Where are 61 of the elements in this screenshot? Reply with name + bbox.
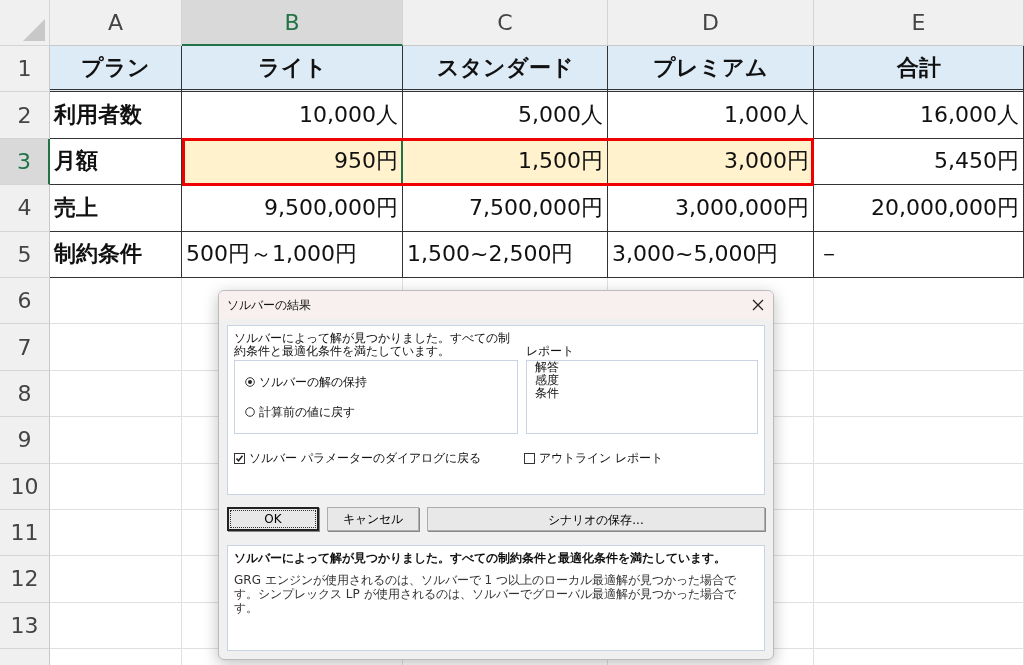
table-cell: 売上 — [50, 185, 182, 232]
report-item[interactable]: 解答 — [535, 361, 749, 374]
column-header[interactable]: A — [50, 0, 182, 46]
table-cell: 1,500~2,500円 — [403, 231, 608, 278]
column-header[interactable]: E — [814, 0, 1024, 46]
table-cell: 20,000,000円 — [814, 185, 1024, 232]
row-header[interactable]: 3 — [0, 138, 50, 186]
checkbox-option[interactable]: ソルバー パラメーターのダイアログに戻る — [234, 450, 524, 467]
radio-option[interactable]: 計算前の値に戻す — [245, 403, 507, 421]
row-header[interactable]: 5 — [0, 231, 50, 278]
table-cell: プレミアム — [608, 46, 814, 93]
dialog-title: ソルバーの結果 — [227, 296, 311, 314]
report-item[interactable]: 条件 — [535, 387, 749, 400]
report-list[interactable]: 解答 感度 条件 — [526, 360, 758, 434]
summary-text: GRG エンジンが使用されるのは、ソルバーで 1 つ以上のローカル最適解が見つかった場合です。シンプレックス LP が使用されるのは、ソルバーでグローバル最適解が見つかった場合です。 — [234, 573, 737, 615]
table-cell: 5,450円 — [814, 138, 1024, 186]
row-header[interactable]: 7 — [0, 324, 50, 371]
radio-icon[interactable] — [245, 407, 255, 417]
report-item[interactable]: 感度 — [535, 374, 749, 387]
table-cell: 合計 — [814, 46, 1024, 93]
table-cell: 利用者数 — [50, 92, 182, 139]
result-message: ソルバーによって解が見つかりました。すべての制約条件と最適化条件を満たしています。 — [234, 332, 511, 360]
row-header[interactable]: 11 — [0, 509, 50, 557]
report-label: レポート — [526, 343, 575, 360]
close-icon[interactable] — [751, 298, 765, 312]
table-cell: 7,500,000円 — [403, 185, 608, 232]
column-header[interactable]: B — [182, 0, 403, 46]
row-header[interactable]: 2 — [0, 92, 50, 139]
checkbox-option[interactable]: アウトライン レポート — [524, 450, 663, 467]
table-cell: スタンダード — [403, 46, 608, 93]
table-cell: － — [814, 231, 1024, 278]
table-cell: 3,000,000円 — [608, 185, 814, 232]
table-cell: 月額 — [50, 138, 182, 186]
row-header[interactable]: 6 — [0, 277, 50, 325]
table-cell: プラン — [50, 46, 182, 93]
table-cell: 10,000人 — [182, 92, 403, 139]
column-header[interactable]: D — [608, 0, 814, 46]
table-cell: ライト — [182, 46, 403, 93]
table-cell: 5,000人 — [403, 92, 608, 139]
row-header[interactable]: 12 — [0, 556, 50, 603]
row-header[interactable]: 4 — [0, 185, 50, 232]
summary-title: ソルバーによって解が見つかりました。すべての制約条件と最適化条件を満たしています。 — [234, 551, 727, 565]
row-header[interactable]: 13 — [0, 602, 50, 650]
checkbox-icon[interactable] — [234, 453, 245, 464]
table-cell: 1,000人 — [608, 92, 814, 139]
row-header[interactable]: 8 — [0, 370, 50, 418]
table-cell: 500円～1,000円 — [182, 231, 403, 278]
checkbox-icon[interactable] — [524, 453, 535, 464]
table-cell: 9,500,000円 — [182, 185, 403, 232]
column-header[interactable]: C — [403, 0, 608, 46]
row-header[interactable]: 1 — [0, 46, 50, 93]
dialog-button[interactable]: OK — [227, 507, 319, 531]
radio-option[interactable]: ソルバーの解の保持 — [245, 373, 507, 391]
table-cell: 制約条件 — [50, 231, 182, 278]
table-cell: 16,000人 — [814, 92, 1024, 139]
dialog-button[interactable]: キャンセル — [327, 507, 419, 531]
dialog-button[interactable]: シナリオの保存... — [427, 507, 765, 531]
row-header[interactable]: 10 — [0, 463, 50, 510]
table-cell: 3,000~5,000円 — [608, 231, 814, 278]
row-header[interactable]: 9 — [0, 417, 50, 464]
radio-icon[interactable] — [245, 377, 255, 387]
